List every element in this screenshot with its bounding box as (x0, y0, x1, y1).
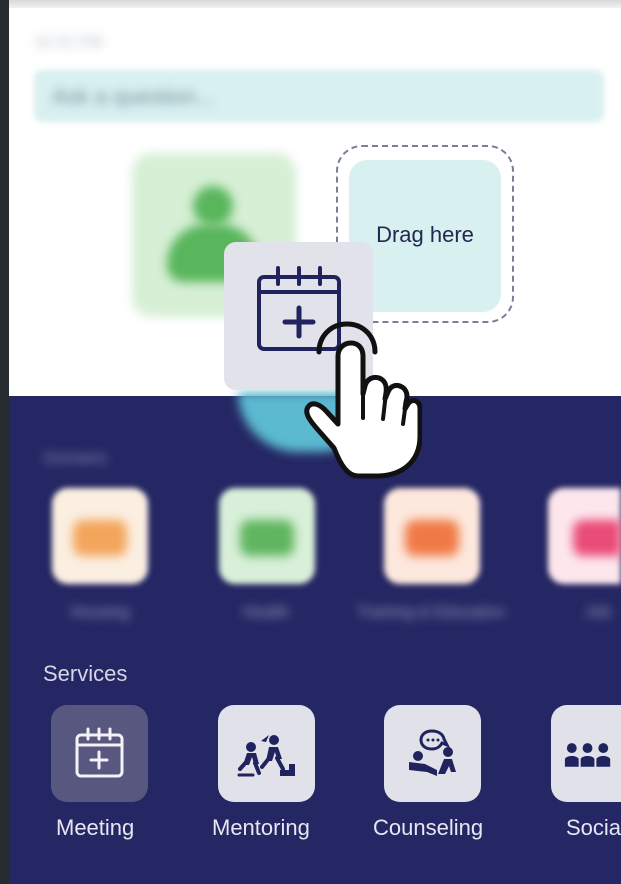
domain-label-job: Job (585, 604, 611, 621)
profile-head-icon (193, 186, 233, 226)
home-icon (73, 520, 127, 556)
briefcase-icon (573, 520, 621, 556)
calendar-plus-icon (75, 727, 124, 778)
service-social-label: Socia (566, 815, 621, 840)
book-icon (405, 520, 459, 556)
mentoring-icon (237, 735, 295, 777)
domain-label-health: Health (242, 604, 290, 621)
service-mentoring-label: Mentoring (212, 815, 310, 840)
service-counseling-button[interactable] (384, 705, 481, 802)
domains-section-label: Domains (44, 450, 108, 467)
counseling-icon (409, 729, 456, 776)
group-icon (564, 743, 611, 767)
services-title: Services (43, 661, 128, 686)
device-bezel (0, 0, 9, 884)
service-counseling-label: Counseling (373, 815, 484, 840)
service-mentoring-button[interactable] (218, 705, 315, 802)
person-icon (240, 520, 294, 556)
service-social-button[interactable] (551, 705, 621, 802)
service-meeting-label: Meeting (56, 815, 135, 840)
drop-target-label: Drag here (376, 222, 474, 247)
domain-label-training: Training & Education (357, 604, 505, 621)
status-time: 10:32 PM (34, 34, 103, 51)
service-meeting-button[interactable] (51, 705, 148, 802)
hand-cursor-icon (304, 321, 422, 479)
domain-label-housing: Housing (70, 604, 130, 621)
mobile-app-screen: 10:32 PM Ask a question... Drag here Dom… (0, 0, 621, 884)
search-placeholder: Ask a question... (52, 84, 215, 109)
